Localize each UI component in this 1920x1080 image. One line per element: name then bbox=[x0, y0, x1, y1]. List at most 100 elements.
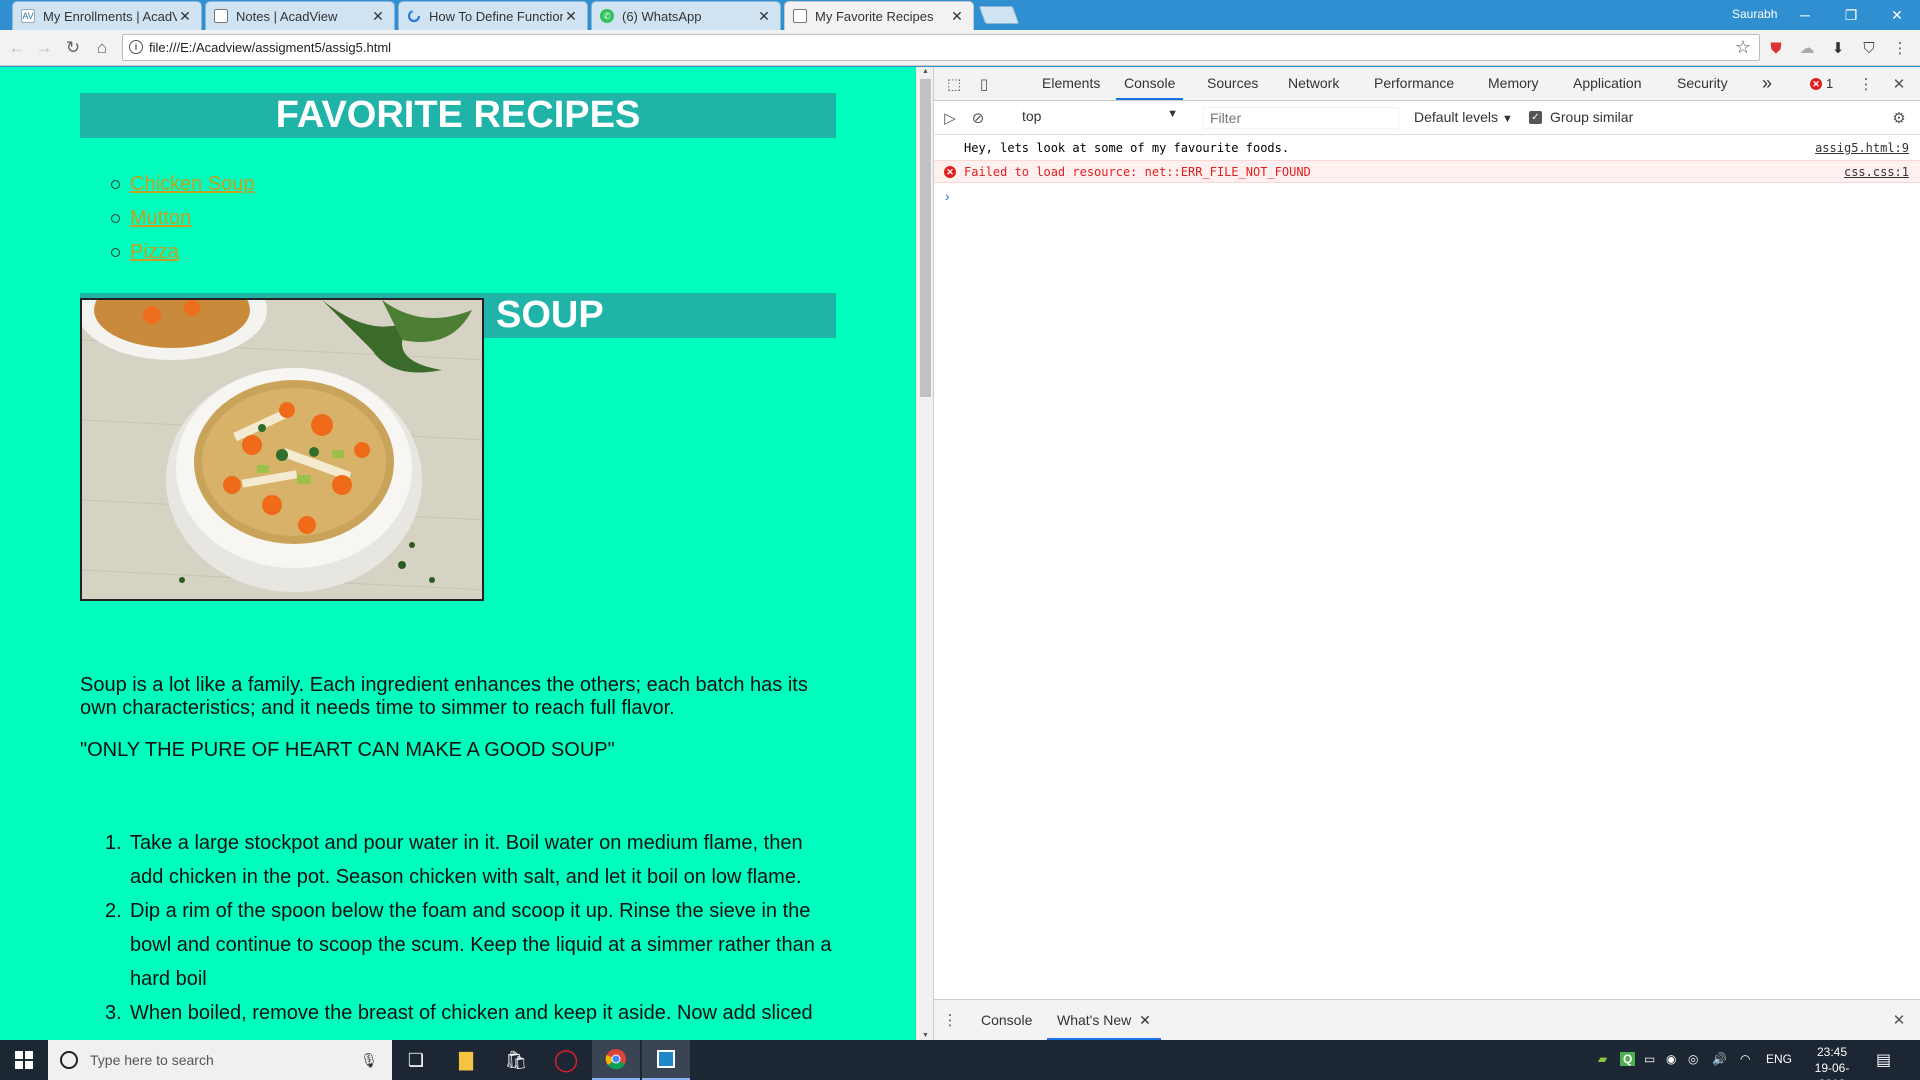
reload-icon[interactable]: ↻ bbox=[60, 35, 86, 61]
scrollbar-thumb[interactable] bbox=[920, 79, 931, 397]
filter-input[interactable] bbox=[1203, 107, 1399, 129]
clear-console-icon[interactable]: ⊘ bbox=[968, 108, 988, 128]
close-icon[interactable]: ✕ bbox=[949, 8, 965, 25]
opera-icon[interactable]: ◯ bbox=[542, 1040, 590, 1080]
new-tab-button[interactable] bbox=[978, 6, 1020, 24]
chrome-icon[interactable] bbox=[592, 1040, 640, 1080]
taskbar-search[interactable]: Type here to search 🎙 bbox=[48, 1040, 392, 1080]
tab-network[interactable]: Network bbox=[1280, 67, 1347, 100]
list-item: 1. Take a large stockpot and pour water i… bbox=[80, 826, 840, 894]
windows-start-button[interactable] bbox=[0, 1040, 48, 1080]
page-scrollbar[interactable]: ▲ ▼ bbox=[916, 67, 933, 1040]
notifications-icon[interactable]: ▤ bbox=[1876, 1050, 1891, 1070]
recipe-link-chicken-soup[interactable]: Chicken Soup bbox=[130, 173, 255, 195]
recipe-link-mutton[interactable]: Mutton bbox=[130, 207, 191, 229]
recipe-link-pizza[interactable]: Pizza bbox=[130, 241, 179, 263]
app-window-icon[interactable] bbox=[642, 1040, 690, 1080]
language-indicator[interactable]: ENG bbox=[1766, 1052, 1792, 1066]
tab-my-favorite-recipes[interactable]: My Favorite Recipes ✕ bbox=[784, 1, 974, 30]
close-window-icon[interactable]: ✕ bbox=[1874, 0, 1920, 30]
tab-console[interactable]: Console bbox=[1116, 67, 1184, 100]
volume-icon[interactable]: 🔊 bbox=[1712, 1052, 1727, 1066]
close-icon[interactable]: ✕ bbox=[756, 8, 772, 25]
battery-icon[interactable]: ▭ bbox=[1644, 1052, 1655, 1066]
context-value: top bbox=[1022, 108, 1042, 124]
menu-kebab-icon[interactable]: ⋮ bbox=[1889, 37, 1911, 59]
shield-icon[interactable]: ⛉ bbox=[1858, 37, 1880, 59]
source-link[interactable]: assig5.html:9 bbox=[1815, 137, 1909, 160]
close-icon[interactable]: ✕ bbox=[177, 8, 193, 25]
checkbox-checked-icon[interactable]: ✓ bbox=[1529, 110, 1542, 124]
qbittorrent-icon[interactable]: Q bbox=[1620, 1052, 1636, 1066]
step-text: Take a large stockpot and pour water in … bbox=[130, 832, 803, 888]
console-log-message: Hey, lets look at some of my favourite f… bbox=[934, 137, 1920, 160]
tab-notes[interactable]: Notes | AcadView ✕ bbox=[205, 1, 395, 30]
gear-icon[interactable]: ⚙ bbox=[1889, 108, 1909, 128]
inspect-element-icon[interactable]: ⬚ bbox=[944, 74, 964, 94]
adblock-icon[interactable]: ⛊ bbox=[1765, 37, 1787, 59]
windows-logo-icon bbox=[15, 1051, 33, 1069]
error-icon: ✕ bbox=[1810, 77, 1822, 90]
close-icon[interactable]: ✕ bbox=[370, 8, 386, 25]
web-page: FAVORITE RECIPES Chicken Soup Mutton Piz… bbox=[0, 67, 916, 1040]
home-icon[interactable]: ⌂ bbox=[89, 35, 115, 61]
step-number: 3. bbox=[105, 1002, 122, 1024]
chrome-tray-icon[interactable]: ◉ bbox=[1666, 1052, 1676, 1066]
tab-security[interactable]: Security bbox=[1669, 67, 1736, 100]
url-text[interactable]: file:///E:/Acadview/assigment5/assig5.ht… bbox=[149, 40, 391, 55]
menu-kebab-icon[interactable]: ⋮ bbox=[1856, 74, 1876, 94]
tab-whatsapp[interactable]: ✆ (6) WhatsApp ✕ bbox=[591, 1, 781, 30]
close-devtools-icon[interactable]: ✕ bbox=[1889, 74, 1909, 94]
source-link[interactable]: css.css:1 bbox=[1844, 161, 1909, 184]
tab-title: Notes | AcadView bbox=[236, 8, 338, 24]
forward-icon[interactable]: → bbox=[31, 35, 57, 61]
nvidia-icon[interactable]: ▰ bbox=[1598, 1052, 1607, 1066]
drawer-menu-icon[interactable]: ⋮ bbox=[940, 1010, 960, 1030]
close-icon[interactable]: ✕ bbox=[1139, 1012, 1151, 1028]
store-icon[interactable]: 🛍 bbox=[492, 1040, 540, 1080]
tab-sources[interactable]: Sources bbox=[1199, 67, 1266, 100]
console-prompt[interactable]: › bbox=[945, 188, 950, 204]
page-title: FAVORITE RECIPES bbox=[80, 93, 836, 138]
close-drawer-icon[interactable]: ✕ bbox=[1889, 1010, 1909, 1030]
error-counter[interactable]: ✕ 1 bbox=[1810, 76, 1833, 91]
search-placeholder: Type here to search bbox=[90, 1052, 214, 1068]
sidebar-toggle-icon[interactable]: ▷ bbox=[940, 108, 960, 128]
drawer-tab-console[interactable]: Console bbox=[971, 1000, 1042, 1040]
context-select[interactable]: top ▼ bbox=[1022, 108, 1178, 128]
bookmark-star-icon[interactable]: ☆ bbox=[1735, 37, 1751, 58]
address-bar[interactable]: i file:///E:/Acadview/assigment5/assig5.… bbox=[122, 34, 1760, 61]
microphone-icon[interactable]: 🎙 bbox=[360, 1052, 378, 1069]
tab-how-to-define-functions[interactable]: How To Define Functions ✕ bbox=[398, 1, 588, 30]
taskbar-clock[interactable]: 23:45 19-06-2018 bbox=[1802, 1044, 1862, 1080]
back-icon[interactable]: ← bbox=[4, 35, 30, 61]
tab-elements[interactable]: Elements bbox=[1034, 67, 1108, 100]
tab-performance[interactable]: Performance bbox=[1366, 67, 1462, 100]
scroll-up-icon[interactable]: ▲ bbox=[917, 68, 934, 75]
profile-name[interactable]: Saurabh bbox=[1732, 7, 1777, 21]
task-view-icon[interactable]: ❏ bbox=[392, 1040, 440, 1080]
tab-my-enrollments[interactable]: AV My Enrollments | AcadVi ✕ bbox=[12, 1, 202, 30]
device-toolbar-icon[interactable]: ▯ bbox=[974, 74, 994, 94]
scroll-down-icon[interactable]: ▼ bbox=[917, 1032, 934, 1039]
restore-icon[interactable]: ❐ bbox=[1828, 0, 1874, 30]
message-text: Failed to load resource: net::ERR_FILE_N… bbox=[964, 165, 1311, 179]
step-number: 2. bbox=[105, 900, 122, 922]
drawer-tab-whats-new[interactable]: What's New ✕ bbox=[1047, 1000, 1161, 1040]
log-levels-dropdown[interactable]: Default levels ▼ bbox=[1414, 109, 1513, 125]
wifi-icon[interactable]: ◠ bbox=[1740, 1052, 1750, 1066]
info-icon[interactable]: i bbox=[129, 40, 143, 54]
extension-cloud-icon[interactable]: ☁ bbox=[1796, 37, 1818, 59]
close-icon[interactable]: ✕ bbox=[563, 8, 579, 25]
tab-memory[interactable]: Memory bbox=[1480, 67, 1547, 100]
tray-app-icon[interactable]: ◎ bbox=[1688, 1052, 1698, 1066]
download-icon[interactable]: ⬇ bbox=[1827, 37, 1849, 59]
list-item: Chicken Soup bbox=[105, 167, 255, 201]
file-explorer-icon[interactable]: ▇ bbox=[442, 1040, 490, 1080]
step-number: 1. bbox=[105, 832, 122, 854]
minimize-icon[interactable]: ─ bbox=[1782, 0, 1828, 30]
group-similar-toggle[interactable]: ✓ Group similar bbox=[1529, 109, 1633, 125]
tab-application[interactable]: Application bbox=[1565, 67, 1650, 100]
more-tabs-icon[interactable]: » bbox=[1754, 67, 1780, 100]
title-bar: AV My Enrollments | AcadVi ✕ Notes | Aca… bbox=[0, 0, 1920, 30]
